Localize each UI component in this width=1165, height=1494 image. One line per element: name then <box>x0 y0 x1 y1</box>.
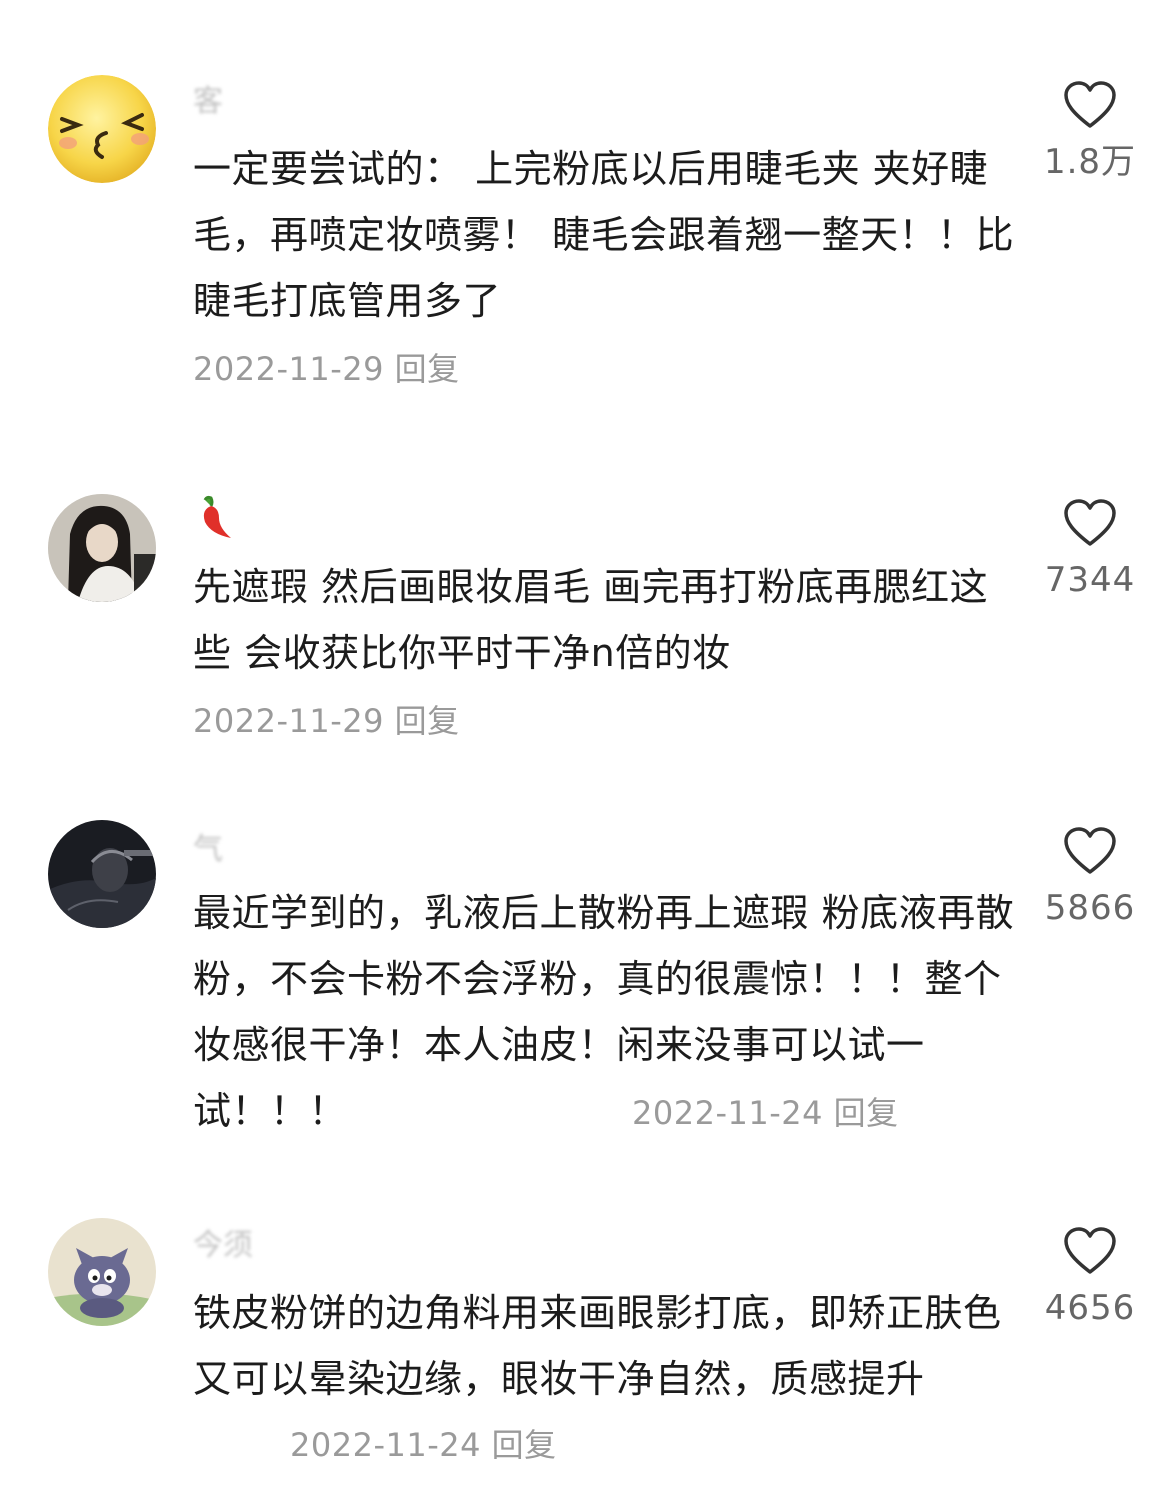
comment-date: 2022-11-29 <box>193 350 384 388</box>
comment-date: 2022-11-29 <box>193 702 384 740</box>
comment-text: 先遮瑕 然后画眼妆眉毛 画完再打粉底再腮红这些 会收获比你平时干净n倍的妆 <box>193 565 989 675</box>
like-group: 4656 <box>1030 1226 1150 1332</box>
like-count: 4656 <box>1044 1288 1136 1328</box>
comment-text: 铁皮粉饼的边角料用来画眼影打底，即矫正肤色又可以晕染边缘，眼妆干净自然，质感提升 <box>193 1291 1002 1401</box>
comment-username[interactable]: 气 <box>193 826 223 874</box>
avatar[interactable] <box>48 75 156 183</box>
comment-username[interactable] <box>193 494 237 542</box>
avatar[interactable] <box>48 494 156 602</box>
cartoon-cat-avatar <box>48 1218 156 1326</box>
heart-icon[interactable] <box>1063 1226 1117 1276</box>
reply-button[interactable]: 回复 <box>492 1426 557 1464</box>
comment-meta: 2022-11-29 回复 <box>193 336 460 402</box>
comment-date: 2022-11-24 <box>290 1426 481 1464</box>
reply-button[interactable]: 回复 <box>834 1094 899 1132</box>
comment-date: 2022-11-24 <box>632 1094 823 1132</box>
comment-meta: 2022-11-24 回复 <box>290 1412 557 1478</box>
like-count: 1.8万 <box>1043 142 1137 182</box>
reply-button[interactable]: 回复 <box>395 702 460 740</box>
heart-icon[interactable] <box>1063 498 1117 548</box>
comment-meta: 2022-11-29 回复 <box>193 688 460 754</box>
smiley-face-avatar <box>48 75 156 183</box>
like-group: 1.8万 <box>1030 80 1150 186</box>
like-group: 7344 <box>1030 498 1150 604</box>
like-group: 5866 <box>1030 826 1150 932</box>
comment-username[interactable]: 今须 <box>193 1222 253 1270</box>
comment-text: 一定要尝试的： 上完粉底以后用睫毛夹 夹好睫毛，再喷定妆喷雾！ 睫毛会跟着翘一整… <box>193 147 1015 323</box>
heart-icon[interactable] <box>1063 80 1117 130</box>
comment-meta: 2022-11-24 回复 <box>632 1080 899 1146</box>
like-count: 7344 <box>1044 560 1136 600</box>
comment-username[interactable]: 客 <box>193 78 223 126</box>
avatar[interactable] <box>48 820 156 928</box>
reply-button[interactable]: 回复 <box>395 350 460 388</box>
like-count: 5866 <box>1044 888 1136 928</box>
chili-pepper-icon <box>203 495 231 538</box>
avatar[interactable] <box>48 1218 156 1326</box>
heart-icon[interactable] <box>1063 826 1117 876</box>
woman-photo-avatar <box>48 494 156 602</box>
dark-photo-avatar <box>48 820 156 928</box>
